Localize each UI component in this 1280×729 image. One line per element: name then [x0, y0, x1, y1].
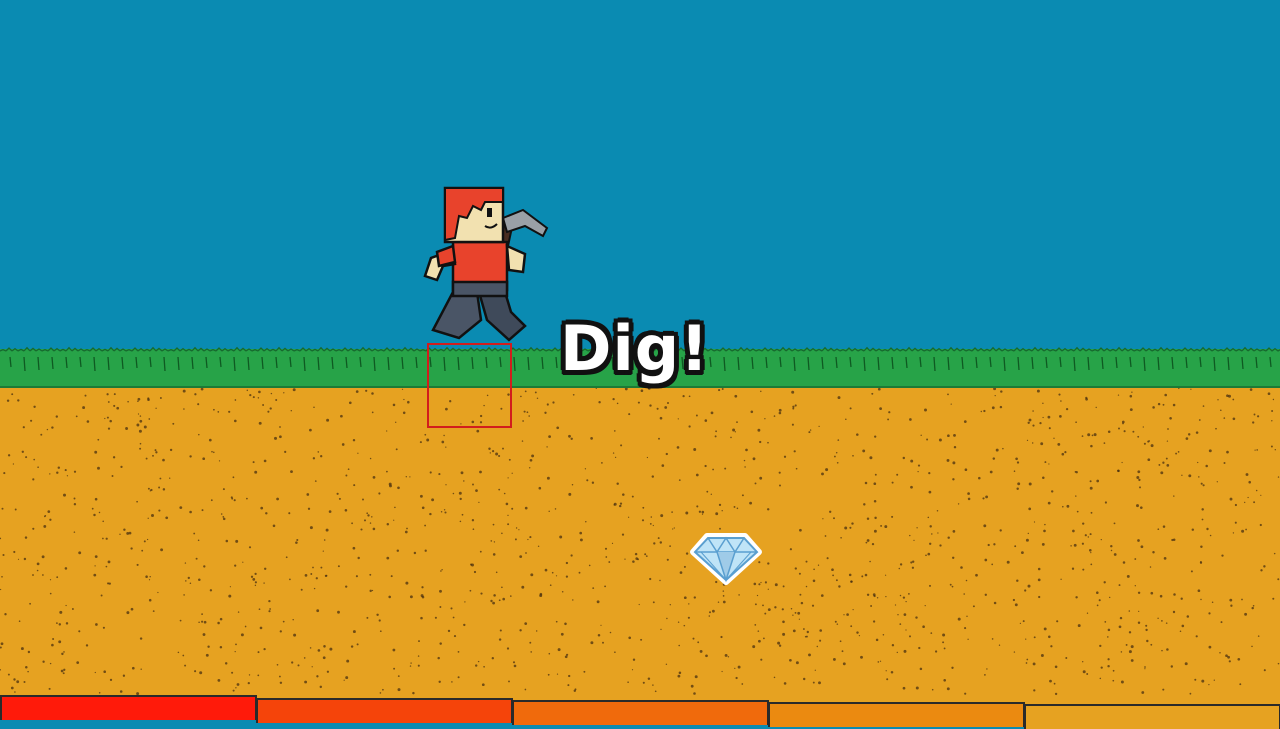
- diamond-icon[interactable]: [687, 530, 765, 586]
- player-character: [423, 186, 549, 342]
- meter-segment: [256, 698, 513, 723]
- sky-background: [0, 0, 1280, 345]
- meter-segment: [768, 702, 1025, 727]
- meter-segment: [0, 695, 257, 720]
- meter-segment: [512, 700, 769, 725]
- dig-power-meter: [0, 695, 1280, 729]
- meter-segment: [1024, 704, 1280, 729]
- dig-prompt: Dig!: [560, 312, 710, 385]
- dig-target-tile[interactable]: [427, 343, 512, 428]
- dirt-texture: [0, 388, 1280, 696]
